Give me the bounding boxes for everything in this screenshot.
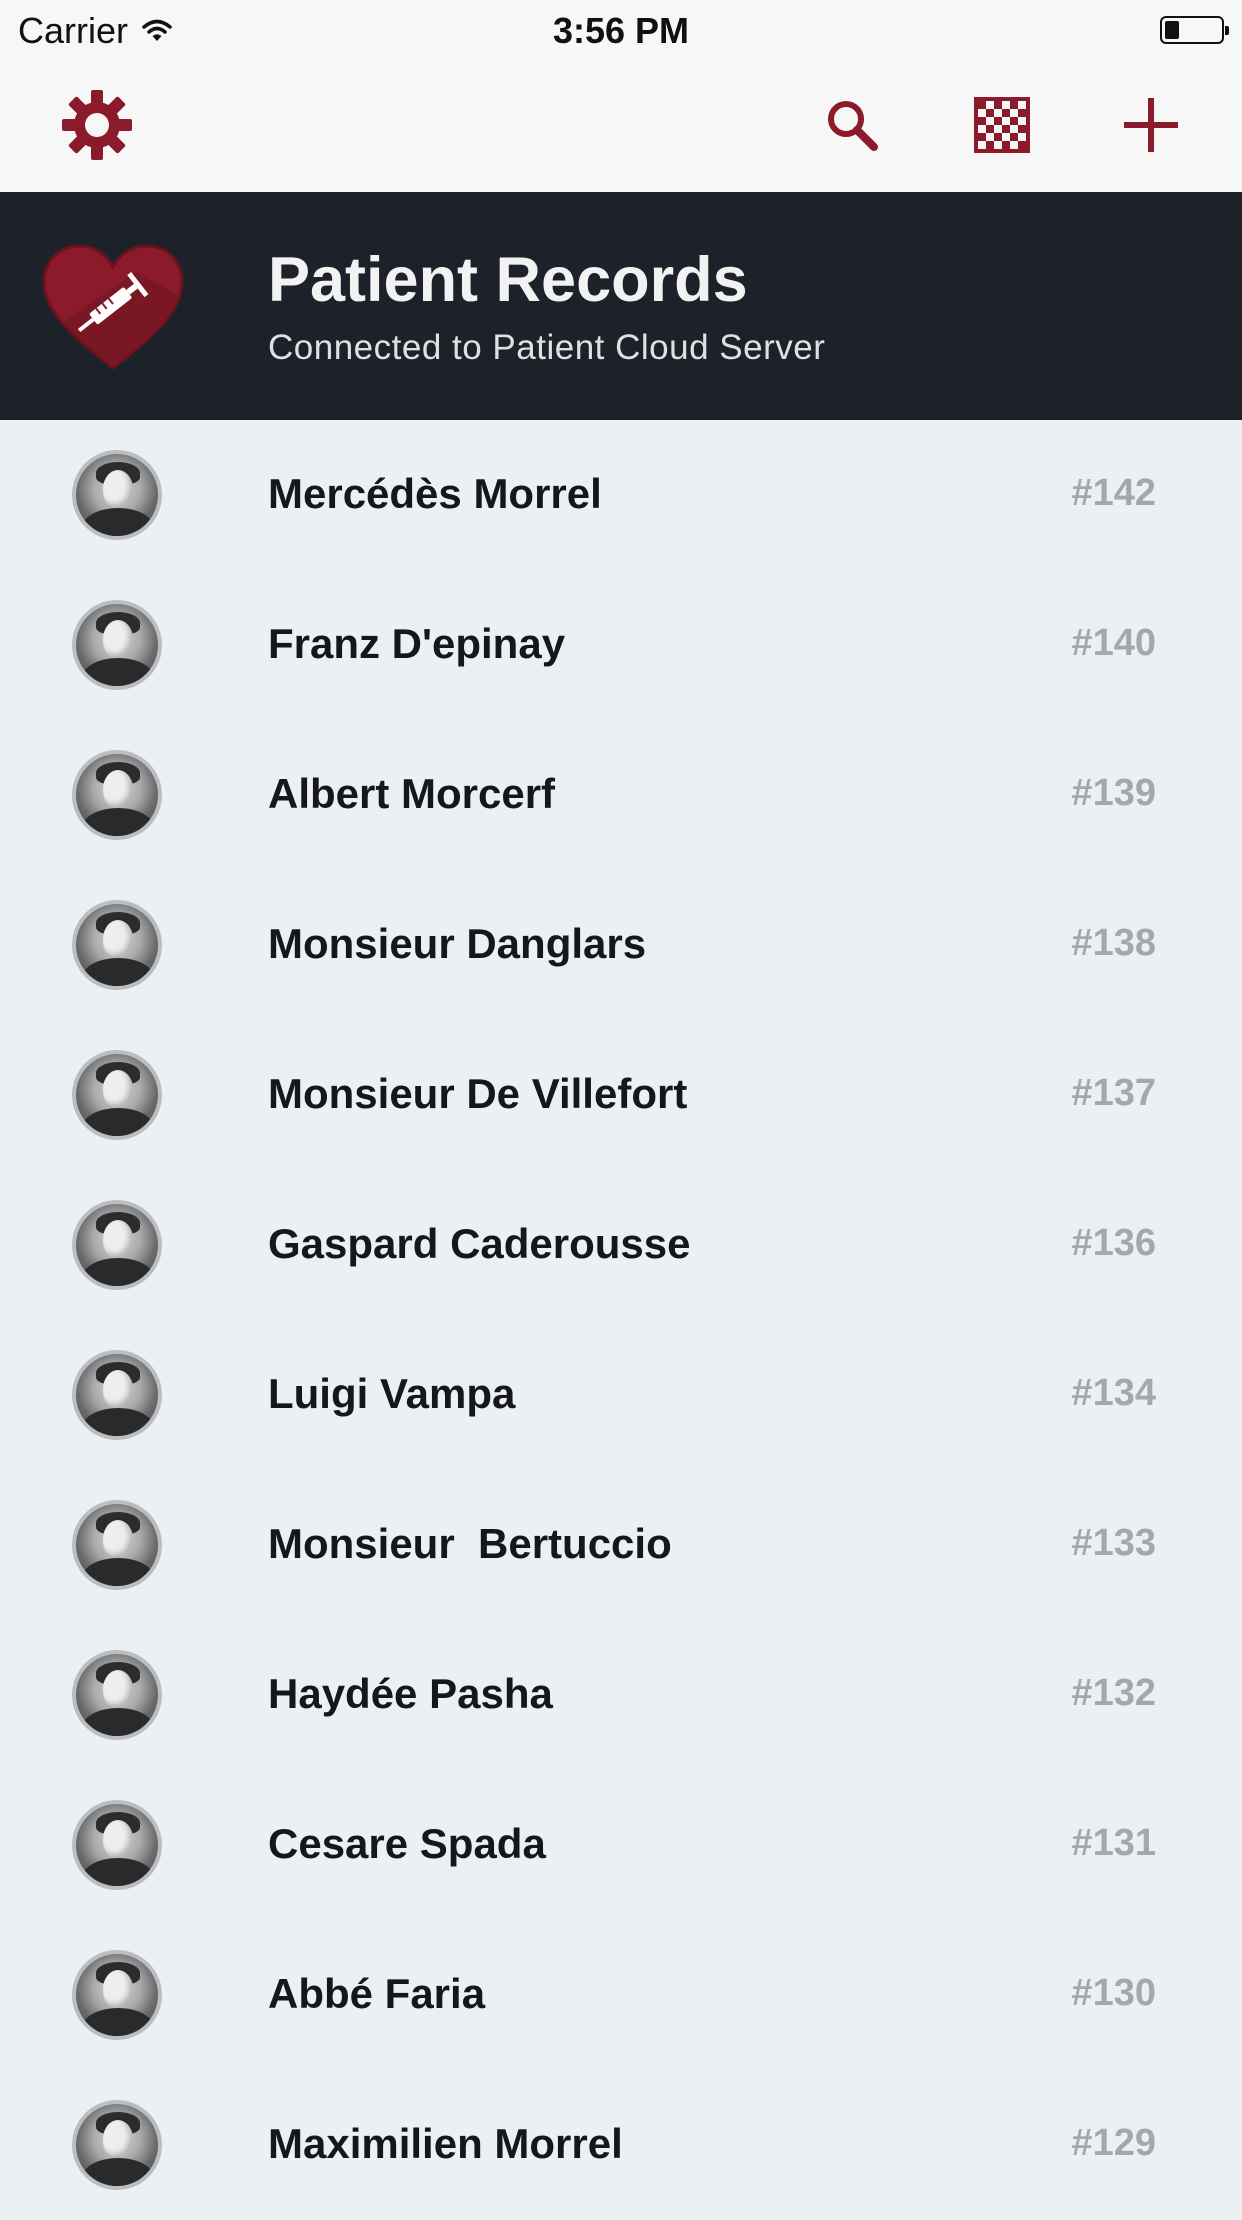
patient-id: #140 bbox=[1071, 622, 1156, 664]
patient-id: #132 bbox=[1071, 1672, 1156, 1714]
patient-name: Albert Morcerf bbox=[268, 770, 556, 817]
patient-name: Abbé Faria bbox=[268, 1970, 486, 2017]
avatar bbox=[72, 1500, 162, 1590]
gear-icon bbox=[60, 88, 134, 167]
avatar bbox=[72, 1050, 162, 1140]
patient-name: Gaspard Caderousse bbox=[268, 1220, 691, 1267]
avatar bbox=[72, 900, 162, 990]
avatar bbox=[72, 1800, 162, 1890]
toolbar bbox=[0, 62, 1242, 192]
patient-name: Cesare Spada bbox=[268, 1820, 546, 1867]
patient-name: Franz D'epinay bbox=[268, 620, 566, 667]
patient-id: #139 bbox=[1071, 772, 1156, 814]
patient-name: Monsieur Bertuccio bbox=[268, 1520, 672, 1567]
patient-id: #137 bbox=[1071, 1072, 1156, 1114]
patient-row[interactable]: Monsieur Bertuccio #133 bbox=[0, 1470, 1242, 1620]
patient-name: Maximilien Morrel bbox=[268, 2120, 623, 2167]
patient-name: Luigi Vampa bbox=[268, 1370, 516, 1417]
patient-row[interactable]: Albert Morcerf #139 bbox=[0, 720, 1242, 870]
plus-icon bbox=[1122, 96, 1180, 159]
settings-button[interactable] bbox=[57, 87, 137, 167]
avatar bbox=[72, 2100, 162, 2190]
connection-status: Connected to Patient Cloud Server bbox=[268, 328, 826, 367]
patient-row[interactable]: Haydée Pasha #132 bbox=[0, 1620, 1242, 1770]
patient-row[interactable]: Cesare Spada #131 bbox=[0, 1770, 1242, 1920]
patient-id: #142 bbox=[1071, 472, 1156, 514]
avatar bbox=[72, 600, 162, 690]
patient-id: #130 bbox=[1071, 1972, 1156, 2014]
patient-row[interactable]: Monsieur De Villefort #137 bbox=[0, 1020, 1242, 1170]
avatar bbox=[72, 1200, 162, 1290]
patient-id: #138 bbox=[1071, 922, 1156, 964]
patient-row[interactable]: Mercédès Morrel #142 bbox=[0, 420, 1242, 570]
header-banner: Patient Records Connected to Patient Clo… bbox=[0, 192, 1242, 420]
patient-row[interactable]: Monsieur Danglars #138 bbox=[0, 870, 1242, 1020]
search-icon bbox=[824, 97, 880, 158]
avatar bbox=[72, 750, 162, 840]
avatar bbox=[72, 1950, 162, 2040]
patient-name: Haydée Pasha bbox=[268, 1670, 553, 1717]
patient-row[interactable]: Franz D'epinay #140 bbox=[0, 570, 1242, 720]
patient-id: #129 bbox=[1071, 2122, 1156, 2164]
patient-id: #136 bbox=[1071, 1222, 1156, 1264]
status-time: 3:56 PM bbox=[552, 10, 690, 51]
patient-list: Mercédès Morrel #142 Franz D'epinay #140… bbox=[0, 420, 1242, 2220]
checkerboard-icon bbox=[974, 96, 1030, 158]
avatar bbox=[72, 1350, 162, 1440]
patient-name: Monsieur Danglars bbox=[268, 920, 647, 967]
add-button[interactable] bbox=[1111, 87, 1191, 167]
patient-id: #133 bbox=[1071, 1522, 1156, 1564]
patient-row[interactable]: Abbé Faria #130 bbox=[0, 1920, 1242, 2070]
patient-id: #131 bbox=[1071, 1822, 1156, 1864]
battery-icon bbox=[1160, 16, 1229, 44]
patient-row[interactable]: Gaspard Caderousse #136 bbox=[0, 1170, 1242, 1320]
patient-row[interactable]: Maximilien Morrel #129 bbox=[0, 2070, 1242, 2220]
heart-syringe-icon bbox=[40, 242, 186, 372]
patient-name: Monsieur De Villefort bbox=[268, 1070, 688, 1117]
avatar bbox=[72, 1650, 162, 1740]
patient-id: #134 bbox=[1071, 1372, 1156, 1414]
page-title: Patient Records bbox=[268, 245, 748, 315]
status-bar: Carrier 3:56 PM bbox=[0, 0, 1242, 62]
avatar bbox=[72, 450, 162, 540]
grid-button[interactable] bbox=[962, 87, 1042, 167]
patient-name: Mercédès Morrel bbox=[268, 470, 602, 517]
search-button[interactable] bbox=[812, 87, 892, 167]
patient-row[interactable]: Luigi Vampa #134 bbox=[0, 1320, 1242, 1470]
